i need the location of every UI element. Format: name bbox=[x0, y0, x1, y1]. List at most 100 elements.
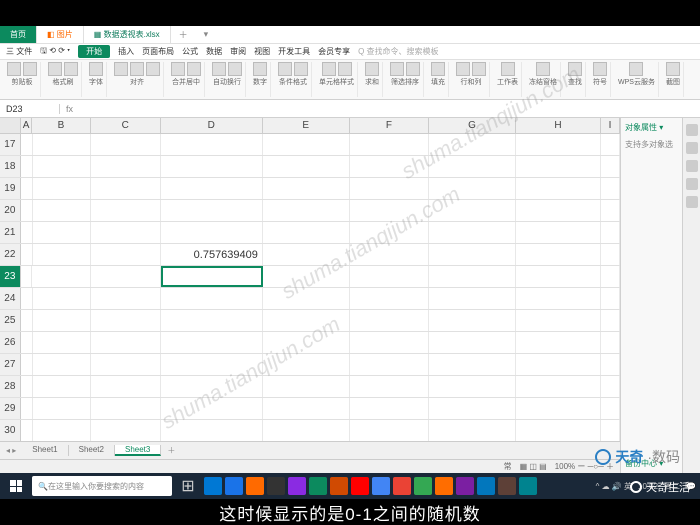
cell-G18[interactable] bbox=[429, 156, 516, 177]
cell-D17[interactable] bbox=[161, 134, 263, 155]
cell-A24[interactable] bbox=[21, 288, 33, 309]
cell-H30[interactable] bbox=[516, 420, 601, 441]
cell-A23[interactable] bbox=[21, 266, 33, 287]
name-box[interactable]: D23 bbox=[0, 104, 60, 114]
cell-C30[interactable] bbox=[91, 420, 161, 441]
tab-add-icon[interactable]: ＋ bbox=[171, 28, 196, 41]
cell-G17[interactable] bbox=[429, 134, 516, 155]
cell-I26[interactable] bbox=[601, 332, 620, 353]
cell-C26[interactable] bbox=[91, 332, 161, 353]
taskbar-app-icon[interactable] bbox=[267, 477, 285, 495]
row-header[interactable]: 30 bbox=[0, 420, 21, 441]
cell-I20[interactable] bbox=[601, 200, 620, 221]
taskbar-app-icon[interactable] bbox=[498, 477, 516, 495]
select-all-corner[interactable] bbox=[0, 118, 21, 133]
tab-document[interactable]: ▦ 数据透视表.xlsx bbox=[84, 26, 171, 43]
menu-vip[interactable]: 会员专享 bbox=[318, 46, 350, 57]
menu-data[interactable]: 数据 bbox=[206, 46, 222, 57]
row-header[interactable]: 27 bbox=[0, 354, 21, 375]
menu-start[interactable]: 开始 bbox=[78, 45, 110, 58]
cell-I28[interactable] bbox=[601, 376, 620, 397]
row-header[interactable]: 17 bbox=[0, 134, 21, 155]
menu-layout[interactable]: 页面布局 bbox=[142, 46, 174, 57]
taskbar-app-icon[interactable] bbox=[372, 477, 390, 495]
cell-A17[interactable] bbox=[21, 134, 33, 155]
cell-C29[interactable] bbox=[91, 398, 161, 419]
cell-H28[interactable] bbox=[516, 376, 601, 397]
cell-H26[interactable] bbox=[516, 332, 601, 353]
row-header[interactable]: 29 bbox=[0, 398, 21, 419]
cell-D20[interactable] bbox=[161, 200, 263, 221]
cell-B21[interactable] bbox=[33, 222, 92, 243]
vtool-icon[interactable] bbox=[686, 142, 698, 154]
cell-C24[interactable] bbox=[91, 288, 161, 309]
cell-A28[interactable] bbox=[21, 376, 33, 397]
cell-F21[interactable] bbox=[350, 222, 429, 243]
menu-search[interactable]: Q 查找命令、搜索模板 bbox=[358, 46, 438, 57]
cell-D23[interactable] bbox=[161, 266, 263, 287]
cell-G30[interactable] bbox=[429, 420, 516, 441]
col-header-H[interactable]: H bbox=[516, 118, 601, 133]
taskbar-search[interactable]: 🔍 在这里输入你要搜索的内容 bbox=[32, 476, 172, 496]
col-header-D[interactable]: D bbox=[161, 118, 263, 133]
menu-view[interactable]: 视图 bbox=[254, 46, 270, 57]
cell-G23[interactable] bbox=[429, 266, 516, 287]
taskbar-app-icon[interactable] bbox=[309, 477, 327, 495]
cell-I21[interactable] bbox=[601, 222, 620, 243]
col-header-F[interactable]: F bbox=[350, 118, 429, 133]
cell-D26[interactable] bbox=[161, 332, 263, 353]
cell-B22[interactable] bbox=[33, 244, 92, 265]
taskbar-app-icon[interactable] bbox=[393, 477, 411, 495]
cell-C18[interactable] bbox=[91, 156, 161, 177]
cell-H23[interactable] bbox=[516, 266, 601, 287]
cell-H17[interactable] bbox=[516, 134, 601, 155]
cell-B26[interactable] bbox=[33, 332, 92, 353]
cell-E26[interactable] bbox=[263, 332, 350, 353]
cell-B17[interactable] bbox=[33, 134, 92, 155]
cell-H29[interactable] bbox=[516, 398, 601, 419]
row-header[interactable]: 26 bbox=[0, 332, 21, 353]
cell-D30[interactable] bbox=[161, 420, 263, 441]
cell-G28[interactable] bbox=[429, 376, 516, 397]
cell-I24[interactable] bbox=[601, 288, 620, 309]
vtool-icon[interactable] bbox=[686, 160, 698, 172]
cell-H22[interactable] bbox=[516, 244, 601, 265]
cell-G22[interactable] bbox=[429, 244, 516, 265]
cell-F24[interactable] bbox=[350, 288, 429, 309]
cell-E24[interactable] bbox=[263, 288, 350, 309]
cell-A27[interactable] bbox=[21, 354, 33, 375]
row-header[interactable]: 28 bbox=[0, 376, 21, 397]
cell-D19[interactable] bbox=[161, 178, 263, 199]
tab-menu-icon[interactable]: ▾ bbox=[196, 29, 217, 40]
cell-A19[interactable] bbox=[21, 178, 33, 199]
cell-C28[interactable] bbox=[91, 376, 161, 397]
cell-F20[interactable] bbox=[350, 200, 429, 221]
cell-D29[interactable] bbox=[161, 398, 263, 419]
cell-E23[interactable] bbox=[263, 266, 350, 287]
cell-F17[interactable] bbox=[350, 134, 429, 155]
cell-A29[interactable] bbox=[21, 398, 33, 419]
cell-H18[interactable] bbox=[516, 156, 601, 177]
cell-I18[interactable] bbox=[601, 156, 620, 177]
row-header[interactable]: 19 bbox=[0, 178, 21, 199]
col-header-I[interactable]: I bbox=[601, 118, 620, 133]
cell-A26[interactable] bbox=[21, 332, 33, 353]
cell-G25[interactable] bbox=[429, 310, 516, 331]
cell-A18[interactable] bbox=[21, 156, 33, 177]
cell-A25[interactable] bbox=[21, 310, 33, 331]
cell-D25[interactable] bbox=[161, 310, 263, 331]
cell-H20[interactable] bbox=[516, 200, 601, 221]
cell-D21[interactable] bbox=[161, 222, 263, 243]
cell-F29[interactable] bbox=[350, 398, 429, 419]
cell-C27[interactable] bbox=[91, 354, 161, 375]
cell-E17[interactable] bbox=[263, 134, 350, 155]
menu-dev[interactable]: 开发工具 bbox=[278, 46, 310, 57]
cell-G20[interactable] bbox=[429, 200, 516, 221]
fx-icon[interactable]: fx bbox=[60, 104, 79, 114]
taskbar-app-icon[interactable] bbox=[456, 477, 474, 495]
cell-G19[interactable] bbox=[429, 178, 516, 199]
cell-I22[interactable] bbox=[601, 244, 620, 265]
cell-E25[interactable] bbox=[263, 310, 350, 331]
vtool-icon[interactable] bbox=[686, 124, 698, 136]
taskbar-app-icon[interactable] bbox=[414, 477, 432, 495]
